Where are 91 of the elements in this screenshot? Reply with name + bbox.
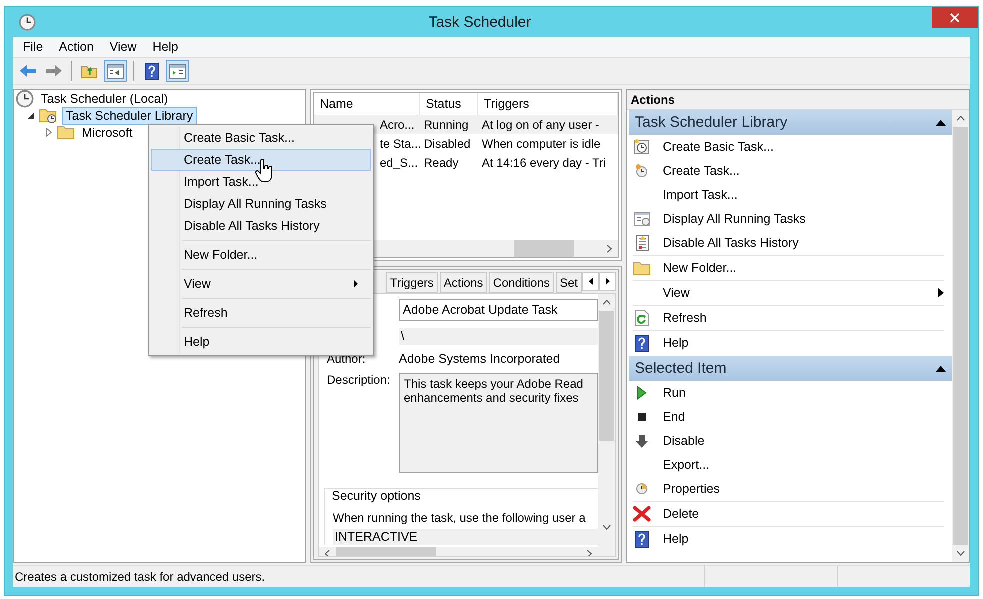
- close-icon: [950, 12, 960, 22]
- security-text: When running the task, use the following user a: [333, 511, 587, 525]
- tab-scroll-right-button[interactable]: [599, 272, 616, 291]
- field-label: Description:: [327, 373, 392, 387]
- scroll-right-icon[interactable]: [587, 550, 592, 556]
- scrollbar-thumb[interactable]: [599, 311, 614, 441]
- table-cell: Running: [420, 115, 478, 134]
- menu-item[interactable]: New Folder...: [151, 244, 371, 266]
- clock-icon: [19, 14, 36, 30]
- menu-item[interactable]: Disable All Tasks History: [151, 215, 371, 237]
- down-arrow-icon: [635, 434, 649, 448]
- action-link[interactable]: Run: [663, 386, 686, 400]
- collapse-arrow-icon[interactable]: [936, 366, 946, 372]
- action-link[interactable]: Delete: [663, 507, 700, 521]
- help-icon: [635, 334, 649, 352]
- tab[interactable]: Triggers: [386, 272, 438, 293]
- user-account-field: INTERACTIVE: [333, 529, 598, 545]
- stop-icon: [637, 412, 647, 422]
- tree-item[interactable]: Task Scheduler Library: [62, 106, 198, 124]
- action-link[interactable]: Refresh: [663, 311, 707, 325]
- action-link[interactable]: Create Basic Task...: [663, 140, 774, 154]
- action-link[interactable]: End: [663, 410, 686, 424]
- menu-item[interactable]: Refresh: [151, 302, 371, 324]
- clock-icon: [635, 164, 649, 178]
- action-link[interactable]: Help: [663, 336, 689, 350]
- tab[interactable]: Actions: [440, 272, 488, 293]
- scroll-down-icon[interactable]: [602, 525, 610, 530]
- pane-toggle-icon[interactable]: [166, 60, 189, 82]
- pane-title: Actions: [627, 90, 969, 110]
- menu-item[interactable]: Help: [144, 38, 186, 56]
- action-link[interactable]: Disable: [663, 434, 705, 448]
- menu-item[interactable]: Create Task...: [151, 149, 371, 171]
- action-link[interactable]: Create Task...: [663, 164, 740, 178]
- action-link[interactable]: Disable All Tasks History: [663, 236, 799, 250]
- pane-toggle-icon[interactable]: [104, 60, 127, 82]
- scroll-left-icon[interactable]: [325, 550, 330, 556]
- right-triangle-icon: [606, 278, 610, 285]
- action-link[interactable]: Help: [663, 532, 689, 546]
- delete-icon: [633, 506, 651, 522]
- location-field: \: [399, 328, 598, 345]
- tree-item[interactable]: Microsoft: [78, 124, 137, 142]
- tree-item[interactable]: Task Scheduler (Local): [37, 90, 172, 108]
- menu-item[interactable]: View: [102, 38, 145, 56]
- scroll-up-icon[interactable]: [956, 116, 964, 121]
- menu-item[interactable]: View: [151, 273, 371, 295]
- tab[interactable]: Conditions: [489, 272, 554, 293]
- status-text: Creates a customized task for advanced users.: [14, 568, 266, 586]
- folder-clock-icon: [39, 108, 59, 124]
- section-header[interactable]: Task Scheduler Library: [629, 110, 952, 135]
- expand-arrow-icon[interactable]: [46, 128, 52, 137]
- action-link[interactable]: New Folder...: [663, 261, 737, 275]
- collapse-arrow-icon[interactable]: [936, 120, 946, 126]
- description-field: This task keeps your Adobe Read enhancements and security fixes: [399, 373, 598, 473]
- menu-item[interactable]: Import Task...: [151, 171, 371, 193]
- clock-icon: [636, 483, 648, 495]
- scrollbar-thumb[interactable]: [953, 127, 968, 545]
- log-icon: [635, 235, 649, 251]
- task-name-field: Adobe Acrobat Update Task: [399, 299, 598, 321]
- folder-icon: [57, 125, 75, 140]
- close-button[interactable]: [932, 7, 978, 28]
- action-link[interactable]: Properties: [663, 482, 720, 496]
- table-cell: At log on of any user -: [478, 115, 618, 134]
- window-title: Task Scheduler: [428, 14, 532, 30]
- author-value: Adobe Systems Incorporated: [399, 352, 560, 366]
- menu-item[interactable]: Help: [151, 331, 371, 353]
- scroll-right-icon[interactable]: [607, 244, 612, 252]
- tab-scroll-left-button[interactable]: [582, 272, 599, 291]
- tab[interactable]: Set: [556, 272, 582, 293]
- new-folder-icon: [633, 260, 651, 276]
- task-list-icon: [634, 212, 650, 226]
- collapse-arrow-icon[interactable]: [28, 112, 34, 118]
- action-link[interactable]: Display All Running Tasks: [663, 212, 806, 226]
- refresh-icon: [635, 310, 649, 326]
- left-triangle-icon: [588, 278, 592, 285]
- section-title: Selected Item: [635, 360, 727, 377]
- submenu-arrow-icon: [354, 280, 358, 288]
- section-title: Task Scheduler Library: [635, 114, 788, 131]
- clock-icon: [634, 139, 650, 155]
- help-icon: [635, 530, 649, 548]
- action-link[interactable]: Export...: [663, 458, 710, 472]
- scroll-down-icon[interactable]: [956, 551, 964, 556]
- field-label: Author:: [327, 352, 367, 366]
- menu-item[interactable]: Action: [51, 38, 102, 56]
- action-link[interactable]: Import Task...: [663, 188, 738, 202]
- scroll-up-icon[interactable]: [602, 300, 610, 305]
- play-icon: [637, 386, 647, 400]
- scrollbar-thumb[interactable]: [514, 240, 574, 257]
- menu-item[interactable]: Display All Running Tasks: [151, 193, 371, 215]
- action-link[interactable]: View: [663, 286, 926, 300]
- menu-item[interactable]: File: [15, 38, 52, 56]
- section-header[interactable]: Selected Item: [629, 356, 952, 381]
